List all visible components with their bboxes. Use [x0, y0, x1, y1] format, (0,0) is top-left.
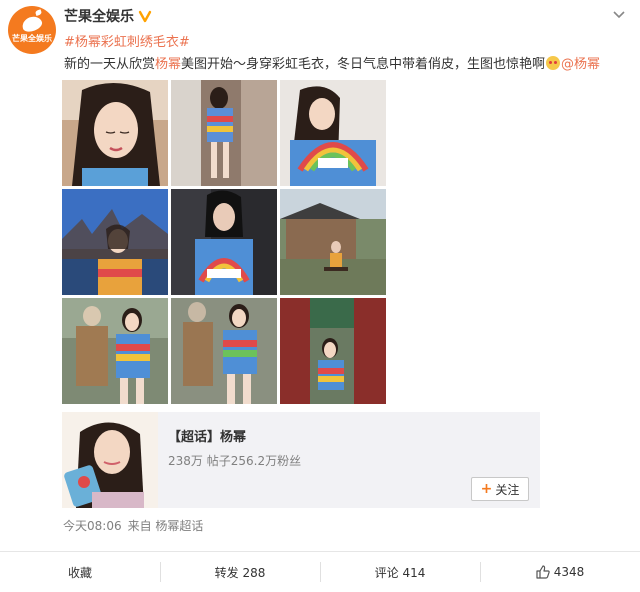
repost-label: 转发 288	[214, 565, 266, 580]
post-source[interactable]: 来自 杨幂超话	[128, 519, 204, 533]
super-topic-thumbnail	[62, 412, 158, 508]
super-topic-title[interactable]: 【超话】杨幂	[168, 426, 246, 445]
super-topic-stats: 238万 帖子256.2万粉丝	[168, 454, 302, 468]
photo-grid	[62, 80, 386, 404]
photo-6[interactable]	[280, 189, 386, 295]
user-name[interactable]: 芒果全娱乐	[64, 6, 152, 26]
post-text-rest: 美图开始～身穿彩虹毛衣，冬日气息中带着俏皮，生图也惊艳啊	[181, 57, 546, 72]
user-name-text[interactable]: 芒果全娱乐	[64, 6, 134, 26]
post-time[interactable]: 今天08:06	[63, 519, 122, 533]
photo-9[interactable]	[280, 298, 386, 404]
verified-badge-icon	[138, 10, 152, 23]
post-text-start: 新的一天从欣赏	[64, 57, 156, 72]
comment-label: 评论 414	[374, 565, 426, 580]
plus-icon: +	[480, 481, 493, 497]
photo-1[interactable]	[62, 80, 168, 186]
comment-button[interactable]: 评论 414	[320, 552, 480, 592]
photo-2[interactable]	[171, 80, 277, 186]
avatar-logo-text: 芒果全娱乐	[12, 33, 52, 43]
action-bar: 收藏 转发 288 评论 414 4348	[0, 551, 640, 592]
photo-7[interactable]	[62, 298, 168, 404]
shocked-emoji-icon	[546, 56, 561, 70]
post-text: 新的一天从欣赏杨幂美图开始～身穿彩虹毛衣，冬日气息中带着俏皮，生图也惊艳啊 @杨幂	[64, 55, 634, 75]
photo-3[interactable]	[280, 80, 386, 186]
collect-button[interactable]: 收藏	[0, 552, 160, 592]
topic-hashtag[interactable]: #杨幂彩虹刺绣毛衣#	[64, 31, 190, 50]
collect-label: 收藏	[67, 565, 92, 580]
photo-5[interactable]	[171, 189, 277, 295]
follow-button[interactable]: + 关注	[471, 477, 529, 501]
like-button[interactable]: 4348	[480, 552, 640, 592]
thumbs-up-icon	[536, 565, 550, 579]
weibo-post-card: 芒果全娱乐 芒果全娱乐 #杨幂彩虹刺绣毛衣# 新的一天从欣赏杨幂美图开始～身穿彩…	[0, 0, 640, 592]
post-meta: 今天08:06 来自 杨幂超话	[63, 517, 209, 534]
like-count: 4348	[553, 565, 585, 579]
photo-4[interactable]	[62, 189, 168, 295]
name-highlight[interactable]: 杨幂	[155, 57, 181, 72]
follow-button-label: 关注	[495, 482, 520, 497]
repost-button[interactable]: 转发 288	[160, 552, 320, 592]
mention-link[interactable]: @杨幂	[561, 57, 600, 72]
photo-8[interactable]	[171, 298, 277, 404]
mango-logo-icon	[20, 13, 44, 34]
chevron-down-icon[interactable]	[612, 10, 626, 20]
avatar[interactable]: 芒果全娱乐	[8, 6, 56, 54]
super-topic-card[interactable]: 【超话】杨幂 238万 帖子256.2万粉丝 + 关注	[62, 412, 540, 508]
